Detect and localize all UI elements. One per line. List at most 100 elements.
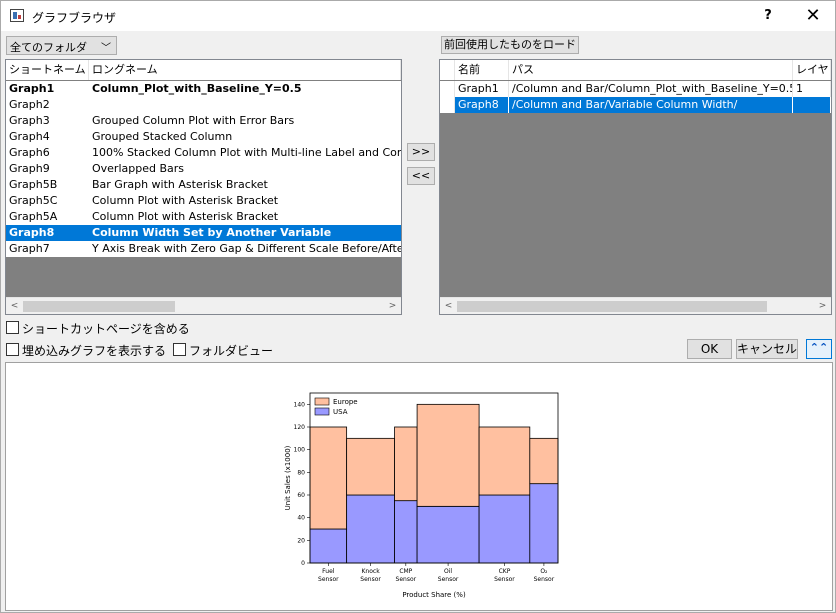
- y-axis-label: Unit Sales (x1000): [284, 445, 292, 510]
- load-previous-button[interactable]: 前回使用したものをロード: [441, 36, 579, 54]
- list-item[interactable]: Graph3 Grouped Column Plot with Error Bar…: [6, 113, 401, 129]
- graph-app-icon: [10, 9, 24, 22]
- x-tick-label: CKP: [499, 568, 511, 575]
- long-name-cell: Bar Graph with Asterisk Bracket: [92, 178, 268, 191]
- x-axis-label: Product Share (%): [402, 591, 466, 599]
- list-item[interactable]: Graph4 Grouped Stacked Column: [6, 129, 401, 145]
- graph-browser-dialog: グラフブラウザ ? ✕ 全てのフォルダ ﹀ 前回使用したものをロード ショートネ…: [0, 0, 836, 613]
- list-item[interactable]: Graph1/Column and Bar/Column_Plot_with_B…: [440, 81, 831, 97]
- list-item[interactable]: Graph1 Column_Plot_with_Baseline_Y=0.5: [6, 81, 401, 97]
- long-name-cell: Overlapped Bars: [92, 162, 185, 175]
- folder-view-checkbox[interactable]: [173, 343, 186, 356]
- y-tick-label: 0: [301, 560, 305, 567]
- bar-europe: [346, 437, 395, 496]
- scroll-right-icon[interactable]: >: [384, 298, 401, 314]
- scroll-thumb[interactable]: [23, 301, 175, 312]
- available-graphs-list[interactable]: ショートネーム ロングネーム Graph1 Column_Plot_with_Ba…: [5, 59, 402, 315]
- folder-select[interactable]: 全てのフォルダ ﹀: [6, 36, 117, 55]
- path-cell: /Column and Bar/Variable Column Width/: [509, 97, 793, 113]
- window-title: グラフブラウザ: [32, 11, 117, 25]
- list-header: 名前 パス レイヤ: [440, 60, 831, 80]
- selected-graphs-list[interactable]: 名前 パス レイヤ Graph1/Column and Bar/Column_P…: [439, 59, 832, 315]
- list-item[interactable]: Graph5C Column Plot with Asterisk Bracket: [6, 193, 401, 209]
- x-tick-label: Sensor: [396, 576, 417, 583]
- long-name-cell: Grouped Column Plot with Error Bars: [92, 114, 295, 127]
- long-name-cell: Column Plot with Asterisk Bracket: [92, 210, 279, 223]
- short-name-cell: Graph5B: [9, 178, 58, 191]
- help-button[interactable]: ?: [753, 3, 783, 29]
- bar-europe: [416, 403, 480, 507]
- add-to-selection-button[interactable]: >>: [407, 143, 435, 161]
- x-tick-label: Sensor: [494, 576, 515, 583]
- long-name-cell: Column_Plot_with_Baseline_Y=0.5: [92, 82, 302, 95]
- list-item[interactable]: Graph5B Bar Graph with Asterisk Bracket: [6, 177, 401, 193]
- bar-usa: [529, 483, 559, 564]
- short-name-cell: Graph4: [9, 130, 50, 143]
- list-item[interactable]: Graph5A Column Plot with Asterisk Bracket: [6, 209, 401, 225]
- scroll-left-icon[interactable]: <: [440, 298, 457, 314]
- y-tick-label: 80: [297, 469, 305, 476]
- folder-select-value: 全てのフォルダ: [10, 41, 87, 54]
- collapse-preview-button[interactable]: ⌃⌃: [806, 339, 832, 359]
- x-tick-label: CMP: [399, 568, 412, 575]
- long-name-cell: Y Axis Break with Zero Gap & Different S…: [92, 242, 401, 255]
- long-name-cell: Column Plot with Asterisk Bracket: [92, 194, 279, 207]
- short-name-cell: Graph5C: [9, 194, 58, 207]
- y-tick-label: 100: [294, 447, 306, 454]
- column-header-name[interactable]: 名前: [455, 60, 509, 80]
- x-tick-label: Sensor: [438, 576, 459, 583]
- column-header-long-name[interactable]: ロングネーム: [89, 60, 401, 80]
- remove-from-selection-button[interactable]: <<: [407, 167, 435, 185]
- short-name-cell: Graph1: [9, 82, 55, 95]
- legend-swatch: [314, 397, 330, 406]
- layer-cell: [793, 97, 831, 113]
- y-tick-label: 60: [297, 492, 305, 499]
- list-item[interactable]: Graph6 100% Stacked Column Plot with Mult…: [6, 145, 401, 161]
- bar-usa: [346, 494, 395, 564]
- horizontal-scrollbar[interactable]: < >: [440, 297, 831, 314]
- row-marker: [440, 81, 455, 97]
- column-header-layer[interactable]: レイヤ: [793, 60, 831, 80]
- legend-label: USA: [333, 408, 348, 416]
- show-embedded-graphs-checkbox[interactable]: [6, 343, 19, 356]
- list-item[interactable]: Graph9 Overlapped Bars: [6, 161, 401, 177]
- x-tick-label: Fuel: [322, 568, 335, 575]
- scroll-right-icon[interactable]: >: [814, 298, 831, 314]
- bar-usa: [309, 528, 348, 564]
- name-cell: Graph8: [455, 97, 509, 113]
- list-item[interactable]: Graph7 Y Axis Break with Zero Gap & Diffe…: [6, 241, 401, 257]
- y-tick-label: 20: [297, 537, 305, 544]
- name-cell: Graph1: [455, 81, 509, 97]
- long-name-cell: Column Width Set by Another Variable: [92, 226, 332, 239]
- x-tick-label: Sensor: [534, 576, 555, 583]
- short-name-cell: Graph7: [9, 242, 50, 255]
- x-tick-label: Sensor: [318, 576, 339, 583]
- legend-label: Europe: [333, 398, 358, 406]
- bar-europe: [529, 437, 559, 485]
- list-item[interactable]: Graph8/Column and Bar/Variable Column Wi…: [440, 97, 831, 113]
- long-name-cell: Grouped Stacked Column: [92, 130, 233, 143]
- chevron-down-icon: ﹀: [101, 43, 111, 54]
- y-tick-label: 120: [294, 424, 306, 431]
- close-button[interactable]: ✕: [797, 3, 829, 29]
- bar-usa: [416, 505, 480, 564]
- short-name-cell: Graph3: [9, 114, 50, 127]
- list-item[interactable]: Graph8 Column Width Set by Another Variab…: [6, 225, 401, 241]
- legend-swatch: [314, 407, 330, 416]
- column-header-marker: [440, 60, 455, 80]
- x-tick-label: O₂: [540, 568, 548, 575]
- x-tick-label: Oil: [444, 568, 452, 575]
- scroll-thumb[interactable]: [457, 301, 767, 312]
- horizontal-scrollbar[interactable]: < >: [6, 297, 401, 314]
- title-bar: グラフブラウザ ? ✕: [1, 1, 835, 31]
- cancel-button[interactable]: キャンセル: [736, 339, 798, 359]
- ok-button[interactable]: OK: [687, 339, 732, 359]
- path-cell: /Column and Bar/Column_Plot_with_Baselin…: [509, 81, 793, 97]
- include-shortcut-pages-checkbox[interactable]: [6, 321, 19, 334]
- column-header-short-name[interactable]: ショートネーム: [6, 60, 89, 80]
- graph-preview-panel: Fuel Sensor Knock Sensor CMP Sensor Oil Sensor C…: [5, 362, 833, 611]
- scroll-left-icon[interactable]: <: [6, 298, 23, 314]
- list-item[interactable]: Graph2: [6, 97, 401, 113]
- bar-usa: [478, 494, 531, 564]
- column-header-path[interactable]: パス: [509, 60, 793, 80]
